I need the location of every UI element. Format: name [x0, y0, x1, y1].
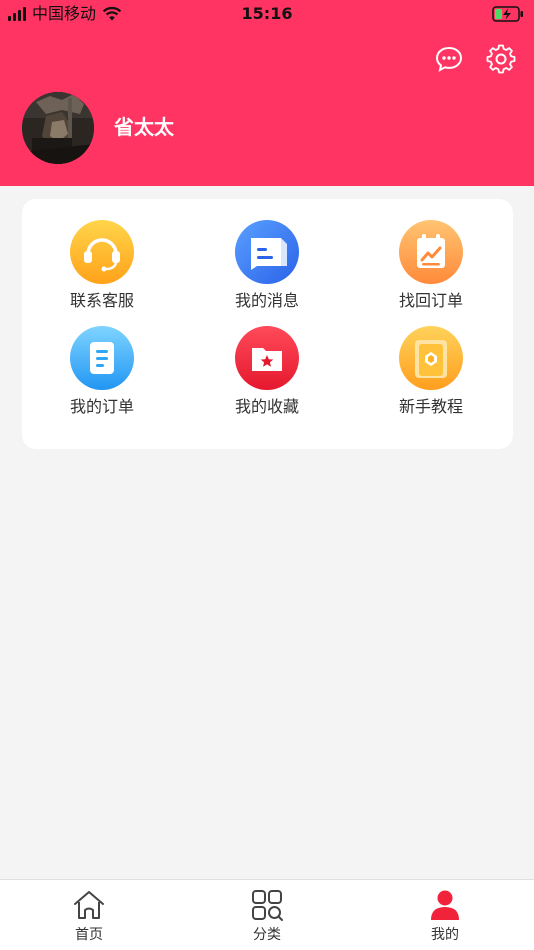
grid-label-my-messages: 我的消息: [234, 291, 299, 310]
grid-label-beginner-tutorial: 新手教程: [398, 397, 463, 416]
grid-item-my-messages[interactable]: 我的消息: [187, 220, 347, 320]
grid-item-beginner-tutorial[interactable]: 新手教程: [351, 326, 511, 426]
avatar[interactable]: [22, 92, 94, 164]
favorites-folder-icon: [235, 326, 299, 390]
username: 省太太: [114, 115, 174, 139]
message-icon: [235, 220, 299, 284]
tab-home[interactable]: 首页: [0, 880, 178, 950]
bottom-tab-bar: 首页 分类 我的: [0, 879, 534, 950]
retrieve-order-icon: [399, 220, 463, 284]
category-icon: [252, 890, 283, 921]
grid-item-customer-service[interactable]: 联系客服: [22, 220, 182, 320]
header-actions: [434, 44, 516, 74]
order-list-icon: [70, 326, 134, 390]
tutorial-icon: [399, 326, 463, 390]
grid-label-customer-service: 联系客服: [69, 291, 134, 310]
avatar-photo: [22, 92, 94, 164]
feature-grid-card: 联系客服 我的消息 找回订单 我的订单 我的收藏 新手教程: [22, 199, 513, 449]
grid-label-my-favorites: 我的收藏: [234, 397, 299, 416]
tab-label-category: 分类: [253, 927, 281, 943]
status-time: 15:16: [241, 4, 293, 23]
grid-item-retrieve-order[interactable]: 找回订单: [351, 220, 511, 320]
gear-icon[interactable]: [486, 44, 516, 74]
profile-header: 中国移动 15:16 省太太: [0, 0, 534, 186]
chat-bubble-icon[interactable]: [434, 44, 464, 74]
status-bar: 中国移动 15:16: [0, 0, 534, 30]
tab-me[interactable]: 我的: [356, 880, 534, 950]
profile-icon: [431, 890, 459, 920]
grid-label-my-orders: 我的订单: [69, 397, 134, 416]
profile-screen: 中国移动 15:16 省太太 联系客服 我的消息 找回订单 我的订单 我的收藏 …: [0, 0, 534, 950]
grid-item-my-orders[interactable]: 我的订单: [22, 326, 182, 426]
tab-category[interactable]: 分类: [178, 880, 356, 950]
battery-charging-icon: [492, 6, 523, 22]
home-icon: [74, 891, 104, 919]
tab-label-home: 首页: [75, 927, 103, 943]
grid-label-retrieve-order: 找回订单: [398, 291, 463, 310]
headset-icon: [70, 220, 134, 284]
grid-item-my-favorites[interactable]: 我的收藏: [187, 326, 347, 426]
tab-label-me: 我的: [431, 927, 459, 943]
